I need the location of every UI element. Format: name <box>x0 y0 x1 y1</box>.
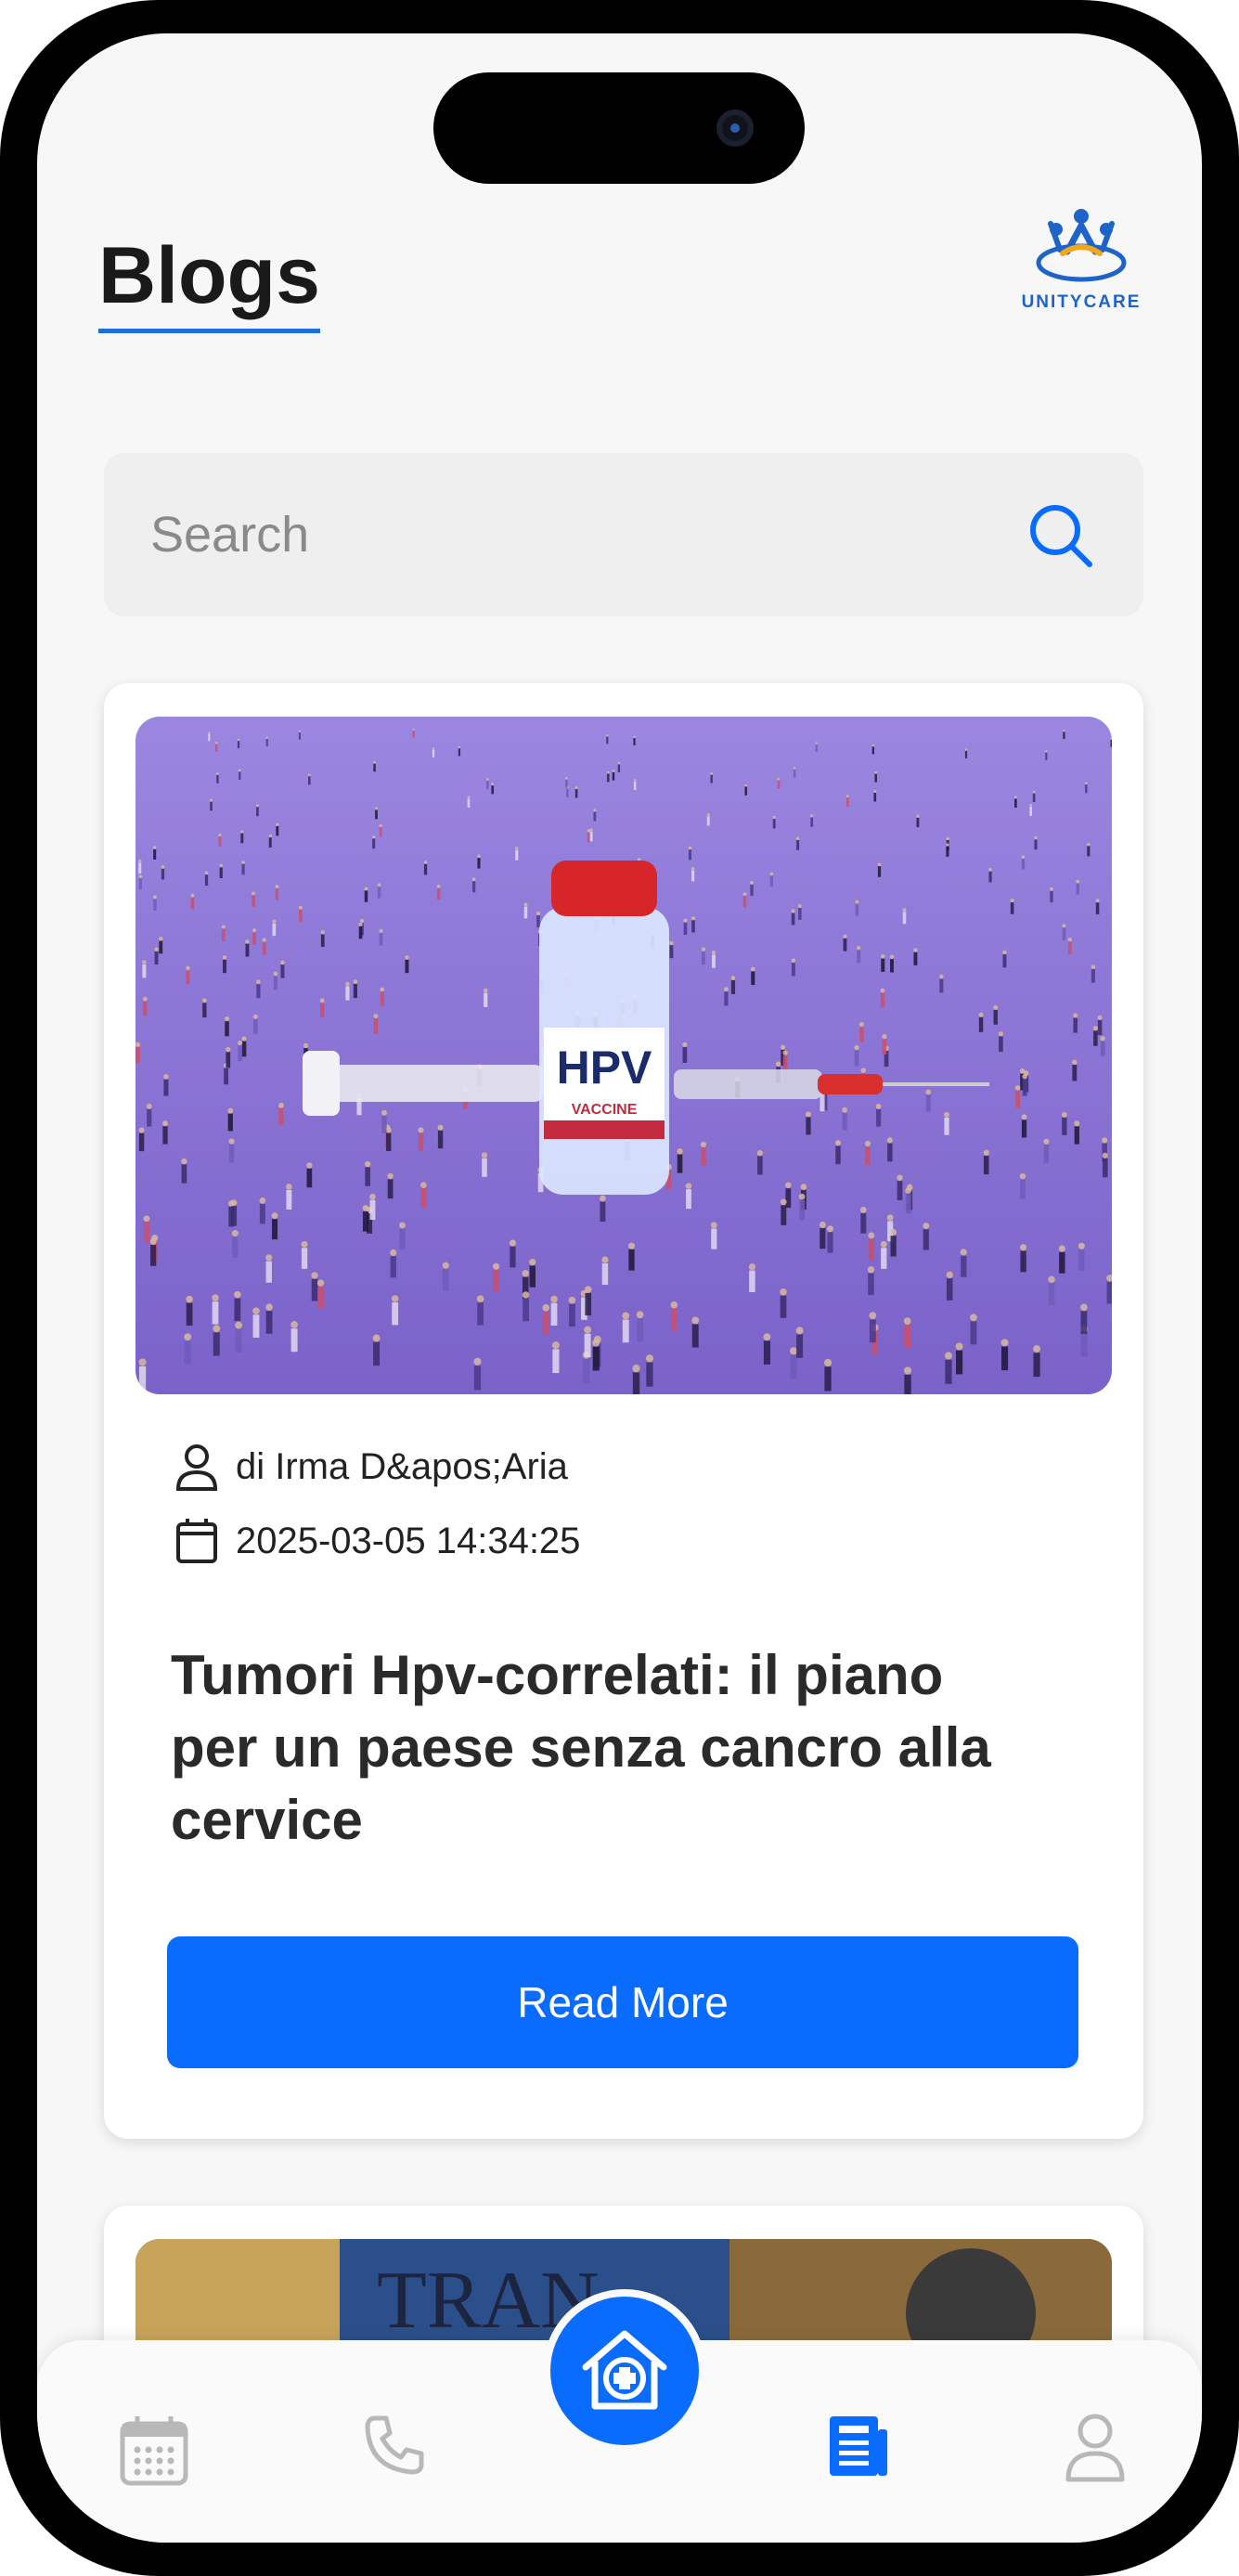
post-title[interactable]: Tumori Hpv-correlati: il piano per un pa… <box>171 1639 1006 1857</box>
phone-frame: Blogs UNITYCARE Search HPV VACCINE di Ir… <box>0 0 1239 2576</box>
post-date: 2025-03-05 14:34:25 <box>236 1520 581 1561</box>
logo-wordmark: UNITYCARE <box>1021 292 1142 312</box>
read-more-button[interactable]: Read More <box>167 1936 1078 2068</box>
unitycare-logo-icon <box>1036 209 1127 282</box>
hospital-home-icon <box>582 2330 667 2410</box>
vial-sublabel: VACCINE <box>572 1102 638 1118</box>
mute-switch <box>0 483 6 566</box>
volume-up-button <box>0 668 6 854</box>
search-icon[interactable] <box>1025 499 1097 572</box>
blog-card: HPV VACCINE di Irma D&apos;Aria 2025-03-… <box>104 683 1143 2139</box>
page-title: Blogs <box>98 236 320 333</box>
front-camera <box>716 110 754 147</box>
news-icon <box>830 2416 887 2476</box>
nav-blogs[interactable] <box>826 2413 891 2484</box>
post-date-row: 2025-03-05 14:34:25 <box>174 1517 580 1565</box>
search-bar <box>104 453 1143 616</box>
hpv-vaccine-image: HPV VACCINE <box>136 717 1112 1394</box>
blog-card-image[interactable]: HPV VACCINE <box>136 717 1112 1394</box>
post-author: di Irma D&apos;Aria <box>236 1445 568 1487</box>
nav-calendar[interactable] <box>119 2413 189 2492</box>
search-input[interactable] <box>150 453 986 616</box>
phone-icon <box>365 2415 424 2475</box>
app-logo: UNITYCARE <box>1012 205 1151 313</box>
vial-label: HPV <box>557 1042 652 1094</box>
calendar-icon <box>120 2416 188 2486</box>
nav-phone[interactable] <box>362 2413 427 2482</box>
dynamic-island <box>433 72 805 184</box>
calendar-icon <box>176 1519 217 1563</box>
user-icon <box>175 1444 218 1491</box>
power-button <box>1233 798 1239 1114</box>
nav-profile[interactable] <box>1063 2413 1128 2488</box>
home-fab-button[interactable] <box>543 2289 706 2453</box>
post-author-row: di Irma D&apos;Aria <box>174 1443 568 1491</box>
volume-down-button <box>0 919 6 1105</box>
user-icon <box>1065 2414 1125 2482</box>
screen: Blogs UNITYCARE Search HPV VACCINE di Ir… <box>37 33 1202 2543</box>
